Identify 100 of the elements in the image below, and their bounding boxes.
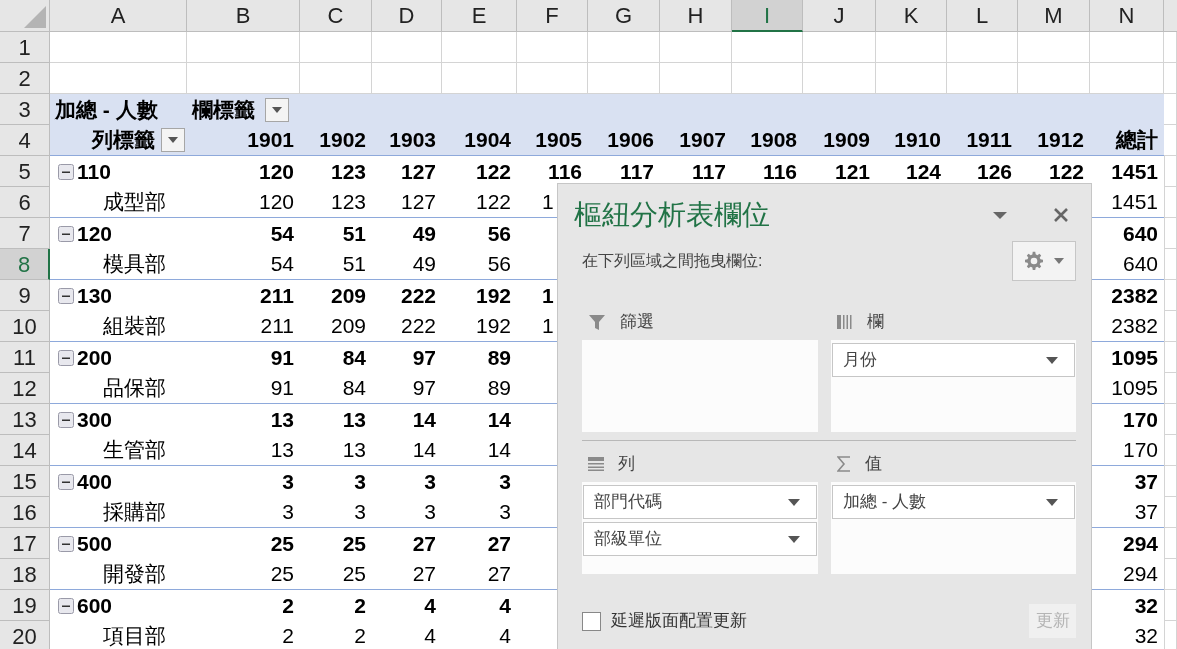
row-header[interactable]: 11: [0, 342, 50, 373]
row-header[interactable]: 2: [0, 63, 50, 94]
empty-cell: [1164, 311, 1177, 342]
collapse-icon[interactable]: [58, 411, 74, 428]
row-header[interactable]: 10: [0, 311, 50, 342]
year-header: 1911: [947, 125, 1018, 156]
row-header[interactable]: 12: [0, 373, 50, 404]
empty-cell: [732, 32, 803, 63]
caret-icon: [1046, 498, 1058, 506]
table-cell: 56: [442, 249, 517, 280]
table-cell-text: 121: [833, 158, 871, 185]
caret-icon: [1046, 356, 1058, 364]
row-header[interactable]: 13: [0, 404, 50, 435]
table-cell-text: 13: [341, 406, 367, 433]
year-header: 1902: [300, 125, 372, 156]
close-button[interactable]: [1052, 206, 1070, 224]
empty-cell: [1164, 94, 1177, 125]
empty-cell: [1164, 466, 1177, 497]
row-header[interactable]: 4: [0, 125, 50, 156]
collapse-icon[interactable]: [58, 163, 74, 180]
table-cell: 84: [300, 373, 372, 404]
table-cell: 123: [300, 187, 372, 218]
table-cell: 14: [372, 435, 442, 466]
column-header[interactable]: D: [372, 0, 442, 32]
column-header[interactable]: F: [517, 0, 588, 32]
column-header[interactable]: G: [588, 0, 660, 32]
table-cell-text: 116: [547, 158, 583, 185]
column-header[interactable]: C: [300, 0, 372, 32]
column-header[interactable]: M: [1018, 0, 1090, 32]
empty-cell: [1164, 435, 1177, 466]
collapse-icon[interactable]: [58, 225, 74, 242]
table-cell-text: 117: [619, 158, 655, 185]
row-header[interactable]: 17: [0, 528, 50, 559]
empty-cell: [1164, 156, 1177, 187]
row-header[interactable]: 16: [0, 497, 50, 528]
field-item[interactable]: 部級單位: [583, 522, 817, 556]
row-header[interactable]: 3: [0, 94, 50, 125]
column-filter-button[interactable]: [265, 97, 289, 122]
column-header[interactable]: N: [1090, 0, 1164, 32]
table-cell-text: 127: [399, 158, 437, 185]
column-header[interactable]: I: [732, 0, 803, 32]
table-cell: 3: [372, 497, 442, 528]
row-header[interactable]: 18: [0, 559, 50, 590]
defer-update-checkbox[interactable]: [582, 611, 601, 631]
table-cell: 222: [372, 311, 442, 342]
group-label: 130: [77, 282, 113, 309]
defer-update-label: 延遲版面配置更新: [611, 610, 747, 633]
table-cell: 27: [372, 559, 442, 590]
row-header[interactable]: 19: [0, 590, 50, 621]
item-label: 開發部: [103, 561, 166, 588]
total-cell-text: 294: [1121, 530, 1159, 557]
column-header[interactable]: E: [442, 0, 517, 32]
filter-icon: [588, 313, 606, 331]
empty-cell: [1164, 342, 1177, 373]
row-header[interactable]: 5: [0, 156, 50, 187]
row-header[interactable]: 14: [0, 435, 50, 466]
collapse-icon[interactable]: [58, 349, 74, 366]
table-cell: 13: [300, 435, 372, 466]
column-header[interactable]: L: [947, 0, 1018, 32]
columns-icon: [837, 314, 853, 330]
empty-cell: [1164, 249, 1177, 280]
table-cell: 27: [442, 559, 517, 590]
row-header[interactable]: 6: [0, 187, 50, 218]
table-cell-text: 209: [329, 282, 367, 309]
field-item[interactable]: 月份: [832, 343, 1075, 377]
column-header[interactable]: H: [660, 0, 732, 32]
gear-icon: [1024, 251, 1044, 271]
column-header[interactable]: A: [50, 0, 187, 32]
row-header[interactable]: 1: [0, 32, 50, 63]
empty-cell: [1164, 187, 1177, 218]
table-cell-text: 123: [329, 158, 367, 185]
close-icon: [1053, 207, 1069, 223]
row-filter-button[interactable]: [161, 128, 185, 152]
empty-cell: [1018, 32, 1090, 63]
row-header[interactable]: 7: [0, 218, 50, 249]
field-item[interactable]: 加總 - 人數: [832, 485, 1075, 519]
value-field-header: 加總 - 人數: [55, 96, 158, 123]
table-cell: 3: [187, 497, 300, 528]
row-header[interactable]: 15: [0, 466, 50, 497]
column-header[interactable]: K: [876, 0, 947, 32]
column-header[interactable]: J: [803, 0, 876, 32]
row-header[interactable]: 8: [0, 249, 50, 280]
area-label: 欄: [867, 311, 884, 334]
collapse-icon[interactable]: [58, 597, 74, 614]
table-cell: 25: [187, 559, 300, 590]
collapse-icon[interactable]: [58, 535, 74, 552]
collapse-icon[interactable]: [58, 287, 74, 304]
table-cell: 51: [300, 249, 372, 280]
table-cell-text: 14: [411, 406, 437, 433]
settings-button[interactable]: [1012, 241, 1076, 281]
row-header[interactable]: 20: [0, 621, 50, 649]
caret-icon: [788, 498, 800, 506]
table-cell: 91: [187, 373, 300, 404]
field-item[interactable]: 部門代碼: [583, 485, 817, 519]
total-cell-text: 32: [1133, 592, 1159, 619]
collapse-icon[interactable]: [58, 473, 74, 490]
column-header[interactable]: B: [187, 0, 300, 32]
row-header[interactable]: 9: [0, 280, 50, 311]
total-cell-text: 1095: [1110, 344, 1159, 371]
year-header: 1901: [187, 125, 300, 156]
